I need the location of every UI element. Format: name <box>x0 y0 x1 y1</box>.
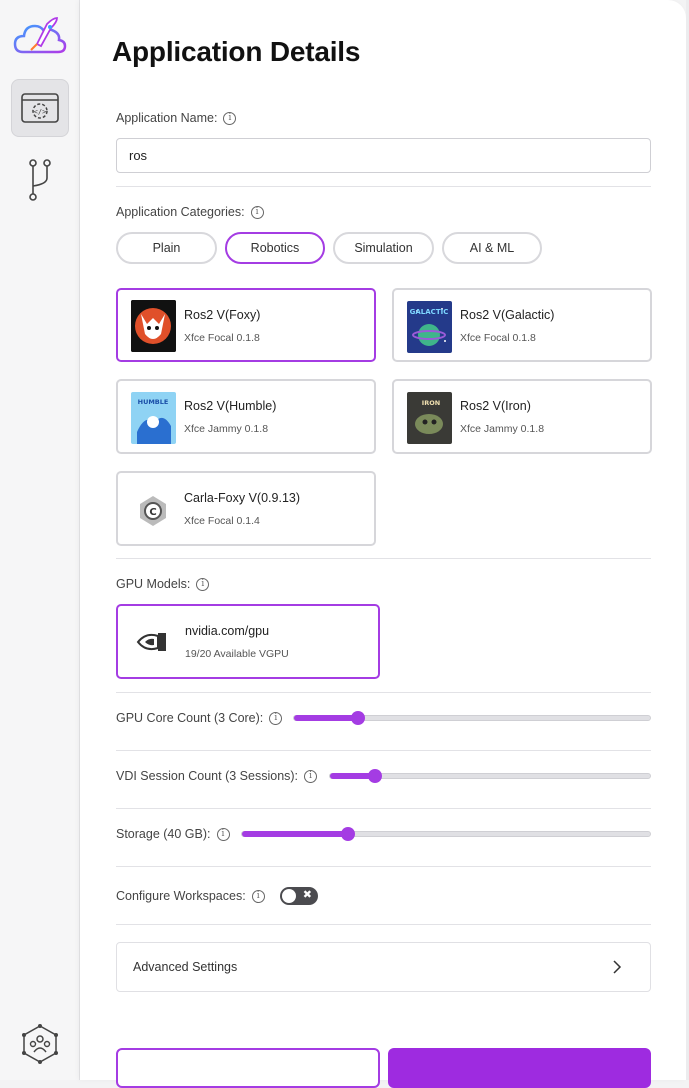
page-title: Application Details <box>112 36 361 67</box>
toggle-knob <box>282 889 296 903</box>
storage-slider[interactable] <box>241 827 651 841</box>
image-card-foxy[interactable]: Ros2 V(Foxy) Xfce Focal 0.1.8 <box>116 288 376 362</box>
divider <box>116 186 651 187</box>
card-title: Ros2 V(Iron) <box>460 399 531 413</box>
image-card-humble[interactable]: HUMBLE Ros2 V(Humble) Xfce Jammy 0.1.8 <box>116 379 376 454</box>
category-chip-robotics[interactable]: Robotics <box>225 232 325 264</box>
categories-label-text: Application Categories: <box>116 205 245 219</box>
advanced-settings-label: Advanced Settings <box>133 960 238 974</box>
app-name-input[interactable]: ros <box>116 138 651 173</box>
category-chip-simulation[interactable]: Simulation <box>333 232 434 264</box>
info-icon[interactable]: i <box>216 827 230 841</box>
card-subtitle: Xfce Jammy 0.1.8 <box>184 423 269 435</box>
back-button[interactable] <box>116 1048 380 1088</box>
info-icon[interactable]: i <box>304 769 318 783</box>
divider <box>116 808 651 809</box>
svg-text:HUMBLE: HUMBLE <box>138 398 169 406</box>
card-subtitle: 19/20 Available VGPU <box>185 648 289 660</box>
image-card-iron[interactable]: IRON Ros2 V(Iron) Xfce Jammy 0.1.8 <box>392 379 652 454</box>
humble-thumbnail: HUMBLE <box>131 392 176 444</box>
category-chip-plain[interactable]: Plain <box>116 232 217 264</box>
vdi-session-label-text: VDI Session Count (3 Sessions): <box>116 769 299 783</box>
slider-thumb[interactable] <box>367 769 382 783</box>
workspaces-toggle[interactable]: ✖ <box>280 887 318 905</box>
foxy-thumbnail <box>131 300 176 352</box>
storage-label-text: Storage (40 GB): <box>116 827 211 841</box>
svg-text:IRON: IRON <box>422 399 440 407</box>
gpu-models-label-text: GPU Models: <box>116 577 191 591</box>
workspaces-label: Configure Workspaces: i <box>116 889 265 903</box>
carla-logo-icon: C <box>131 484 176 536</box>
sidebar-item-code[interactable]: </> <box>11 79 69 137</box>
info-icon[interactable]: i <box>251 889 265 903</box>
info-icon[interactable]: i <box>196 577 210 591</box>
card-subtitle: Xfce Jammy 0.1.8 <box>460 423 545 435</box>
chip-label: AI & ML <box>469 241 515 255</box>
divider <box>116 558 651 559</box>
categories-label: Application Categories: i <box>116 205 264 219</box>
team-network-icon[interactable] <box>21 1024 59 1069</box>
gpu-core-slider[interactable] <box>293 711 651 725</box>
divider <box>116 750 651 751</box>
svg-text:C: C <box>149 507 156 518</box>
card-title: Carla-Foxy V(0.9.13) <box>184 491 301 505</box>
rocket-cloud-icon[interactable] <box>13 14 67 58</box>
iron-thumbnail: IRON <box>407 392 452 444</box>
card-title: nvidia.com/gpu <box>185 624 270 638</box>
divider <box>116 692 651 693</box>
info-icon[interactable]: i <box>269 711 283 725</box>
app-name-label-text: Application Name: <box>116 111 218 125</box>
image-card-carla[interactable]: C Carla-Foxy V(0.9.13) Xfce Focal 0.1.4 <box>116 471 376 546</box>
nvidia-icon <box>136 630 168 659</box>
chip-label: Plain <box>152 241 181 255</box>
vdi-session-label: VDI Session Count (3 Sessions): i <box>116 769 318 783</box>
image-card-galactic[interactable]: GALACTIC Ros2 V(Galactic) Xfce Focal 0.1… <box>392 288 652 362</box>
git-branch-icon <box>29 159 51 201</box>
main-panel: Application Details Application Name: i … <box>80 0 686 1088</box>
advanced-settings-row[interactable]: Advanced Settings <box>116 942 651 992</box>
workspaces-label-text: Configure Workspaces: <box>116 889 246 903</box>
galactic-thumbnail: GALACTIC <box>407 301 452 353</box>
app-name-label: Application Name: i <box>116 111 237 125</box>
sidebar-item-branch[interactable] <box>11 151 69 209</box>
card-subtitle: Xfce Focal 0.1.8 <box>184 332 260 344</box>
gpu-card-nvidia[interactable]: nvidia.com/gpu 19/20 Available VGPU <box>116 604 380 679</box>
app-name-value: ros <box>129 148 148 163</box>
storage-label: Storage (40 GB): i <box>116 827 230 841</box>
slider-thumb[interactable] <box>351 711 366 725</box>
card-subtitle: Xfce Focal 0.1.4 <box>184 515 260 527</box>
card-title: Ros2 V(Foxy) <box>184 308 261 322</box>
chevron-right-icon <box>613 960 622 974</box>
slider-fill <box>294 715 359 721</box>
code-window-icon: </> <box>21 93 59 123</box>
close-icon: ✖ <box>302 889 312 901</box>
sidebar: </> <box>0 0 80 1080</box>
chip-label: Robotics <box>250 241 300 255</box>
chip-label: Simulation <box>354 241 413 255</box>
next-button[interactable] <box>388 1048 651 1088</box>
gpu-core-label-text: GPU Core Count (3 Core): <box>116 711 264 725</box>
category-chip-ai-ml[interactable]: AI & ML <box>442 232 542 264</box>
card-title: Ros2 V(Galactic) <box>460 308 555 322</box>
svg-text:</>: </> <box>34 108 47 116</box>
card-title: Ros2 V(Humble) <box>184 399 277 413</box>
gpu-models-label: GPU Models: i <box>116 577 210 591</box>
vdi-session-slider[interactable] <box>329 769 651 783</box>
divider <box>116 924 651 925</box>
svg-text:GALACTIC: GALACTIC <box>410 308 449 316</box>
card-subtitle: Xfce Focal 0.1.8 <box>460 332 536 344</box>
slider-fill <box>242 831 349 837</box>
info-icon[interactable]: i <box>250 205 264 219</box>
gpu-core-label: GPU Core Count (3 Core): i <box>116 711 283 725</box>
divider <box>116 866 651 867</box>
slider-thumb[interactable] <box>341 827 356 841</box>
info-icon[interactable]: i <box>223 111 237 125</box>
